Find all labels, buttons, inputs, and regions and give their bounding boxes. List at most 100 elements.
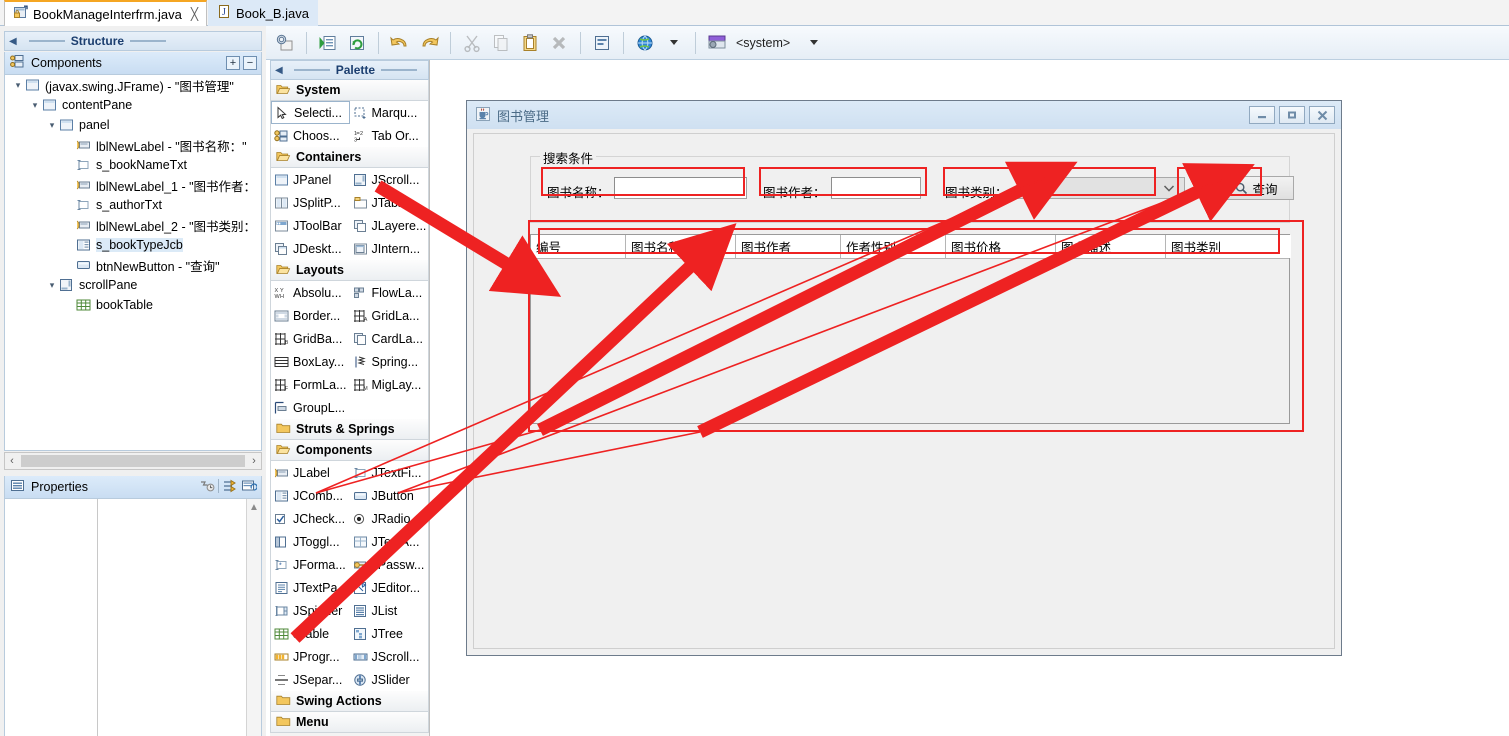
- palette-category-swing-actions[interactable]: Swing Actions: [270, 691, 429, 712]
- layout-icon[interactable]: [589, 31, 615, 55]
- palette-item-jprogressbar[interactable]: JProgr...: [271, 645, 350, 668]
- book-table-header[interactable]: 编号 图书名称 图书作者 作者性别 图书价格 图书描述 图书类别: [531, 235, 1291, 259]
- editor-tab-book-b[interactable]: J Book_B.java: [208, 0, 318, 26]
- component-tree[interactable]: ▾ (javax.swing.JFrame) - "图书管理" ▾ contentPa…: [4, 74, 262, 451]
- book-table-scrollpane[interactable]: 编号 图书名称 图书作者 作者性别 图书价格 图书描述 图书类别: [530, 234, 1291, 424]
- palette-item-selection-tool[interactable]: Selecti...: [271, 101, 350, 124]
- palette-item-jscrollbar[interactable]: JScroll...: [350, 645, 429, 668]
- palette-item-borderlayout[interactable]: Border...: [271, 304, 350, 327]
- paste-icon[interactable]: [517, 31, 543, 55]
- palette-item-jdesktoppane[interactable]: JDeskt...: [271, 237, 350, 260]
- palette-item-jformattedtextfield[interactable]: * JForma...: [271, 553, 350, 576]
- globe-locale-dropdown[interactable]: [661, 31, 687, 55]
- undo-icon[interactable]: [387, 31, 413, 55]
- palette-category-menu[interactable]: Menu: [270, 712, 429, 733]
- maximize-button[interactable]: [1279, 106, 1305, 124]
- show-advanced-icon[interactable]: [222, 479, 238, 496]
- tree-item[interactable]: btnNewButton - "查询": [5, 255, 261, 275]
- table-column-header[interactable]: 图书价格: [946, 235, 1056, 258]
- minimize-button[interactable]: [1249, 106, 1275, 124]
- tree-item[interactable]: s_bookNameTxt: [5, 155, 261, 175]
- palette-item-springlayout[interactable]: Spring...: [350, 350, 429, 373]
- table-column-header[interactable]: 图书名称: [626, 235, 736, 258]
- search-button[interactable]: 查询: [1219, 176, 1294, 200]
- palette-item-jtextfield[interactable]: JTextFi...: [350, 461, 429, 484]
- palette-item-jcheckbox[interactable]: JCheck...: [271, 507, 350, 530]
- palette-item-jeditorpane[interactable]: JEditor...: [350, 576, 429, 599]
- palette-item-miglayout[interactable]: M MigLay...: [350, 373, 429, 396]
- book-type-combobox[interactable]: [1017, 177, 1185, 199]
- palette-item-jbutton[interactable]: JButton: [350, 484, 429, 507]
- design-preview-window[interactable]: 图书管理 搜索条件 图书名称： 图书作者： 图书类别： 查询 编号 图书名称 图…: [466, 100, 1342, 656]
- palette-category-containers[interactable]: Containers: [270, 147, 429, 168]
- palette-item-jtabbedpane[interactable]: JTabbe...: [350, 191, 429, 214]
- palette-item-marquee-tool[interactable]: Marqu...: [350, 101, 429, 124]
- properties-table[interactable]: ▲: [4, 498, 262, 736]
- palette-item-jsplitpane[interactable]: JSplitP...: [271, 191, 350, 214]
- palette-item-formlayout[interactable]: F FormLa...: [271, 373, 350, 396]
- globe-locale-icon[interactable]: [632, 31, 658, 55]
- chevron-down-icon[interactable]: ▾: [28, 100, 42, 111]
- chevron-down-icon[interactable]: ▾: [45, 120, 59, 131]
- tree-item[interactable]: lblNewLabel_2 - "图书类别：: [5, 215, 261, 235]
- scrollbar-thumb[interactable]: [21, 455, 245, 467]
- table-column-header[interactable]: 图书作者: [736, 235, 841, 258]
- test-preview-icon[interactable]: [272, 31, 298, 55]
- collapse-left-icon[interactable]: ◀: [9, 36, 17, 47]
- properties-vertical-scrollbar[interactable]: ▲: [246, 499, 261, 736]
- tree-item[interactable]: s_authorTxt: [5, 195, 261, 215]
- book-author-input[interactable]: [831, 177, 921, 199]
- palette-item-gridlayout[interactable]: A GridLa...: [350, 304, 429, 327]
- palette-item-boxlayout[interactable]: BoxLay...: [271, 350, 350, 373]
- palette-item-absolute-layout[interactable]: X W Y H Absolu...: [271, 281, 350, 304]
- palette-category-struts-springs[interactable]: Struts & Springs: [270, 419, 429, 440]
- palette-item-jspinner[interactable]: JSpinner: [271, 599, 350, 622]
- tree-item[interactable]: bookTable: [5, 295, 261, 315]
- scroll-right-icon[interactable]: ›: [247, 455, 261, 467]
- close-button[interactable]: [1309, 106, 1335, 124]
- table-column-header[interactable]: 作者性别: [841, 235, 946, 258]
- restore-defaults-icon[interactable]: [241, 479, 258, 496]
- palette-item-jpanel[interactable]: JPanel: [271, 168, 350, 191]
- tree-item[interactable]: lblNewLabel_1 - "图书作者：: [5, 175, 261, 195]
- palette-item-jtree[interactable]: JTree: [350, 622, 429, 645]
- scroll-up-icon[interactable]: ▲: [247, 499, 261, 513]
- palette-category-components[interactable]: Components: [270, 440, 429, 461]
- palette-item-jlist[interactable]: JList: [350, 599, 429, 622]
- tree-item[interactable]: ▾ (javax.swing.JFrame) - "图书管理": [5, 75, 261, 95]
- palette-item-jinternalframe[interactable]: JIntern...: [350, 237, 429, 260]
- redo-icon[interactable]: [416, 31, 442, 55]
- palette-item-jlayeredpane[interactable]: JLayere...: [350, 214, 429, 237]
- palette-item-jpasswordfield[interactable]: JPassw...: [350, 553, 429, 576]
- scroll-left-icon[interactable]: ‹: [5, 455, 19, 467]
- palette-item-flowlayout[interactable]: FlowLa...: [350, 281, 429, 304]
- tree-item[interactable]: ▾ panel: [5, 115, 261, 135]
- refresh-icon[interactable]: [344, 31, 370, 55]
- chevron-down-icon[interactable]: ▾: [11, 80, 25, 91]
- palette-item-gridbaglayout[interactable]: B GridBa...: [271, 327, 350, 350]
- palette-item-jtoolbar[interactable]: JToolBar: [271, 214, 350, 237]
- palette-item-jcombobox[interactable]: JComb...: [271, 484, 350, 507]
- palette-item-jtextarea[interactable]: JTextA...: [350, 530, 429, 553]
- tree-item[interactable]: ▾ contentPane: [5, 95, 261, 115]
- table-column-header[interactable]: 图书类别: [1166, 235, 1291, 258]
- palette-item-jseparator[interactable]: JSepar...: [271, 668, 350, 691]
- palette-item-grouplayout[interactable]: GroupL...: [271, 396, 350, 419]
- tree-item[interactable]: s_bookTypeJcb: [5, 235, 261, 255]
- collapse-all-button[interactable]: −: [243, 56, 257, 70]
- palette-item-jradiobutton[interactable]: JRadio...: [350, 507, 429, 530]
- tree-item[interactable]: ▾ scrollPane: [5, 275, 261, 295]
- collapse-left-icon[interactable]: ◀: [275, 65, 283, 76]
- look-and-feel-dropdown[interactable]: [801, 31, 827, 55]
- palette-item-cardlayout[interactable]: CardLa...: [350, 327, 429, 350]
- palette-item-jscrollpane[interactable]: JScroll...: [350, 168, 429, 191]
- close-icon[interactable]: ╳: [191, 7, 198, 21]
- tree-horizontal-scrollbar[interactable]: ‹ ›: [4, 452, 262, 470]
- palette-item-jtable[interactable]: JTable: [271, 622, 350, 645]
- palette-item-jtogglebutton[interactable]: JToggl...: [271, 530, 350, 553]
- palette-category-system[interactable]: System: [270, 80, 429, 101]
- palette-item-choose-component[interactable]: Choos...: [271, 124, 350, 147]
- tree-item[interactable]: lblNewLabel - "图书名称：": [5, 135, 261, 155]
- chevron-down-icon[interactable]: ▾: [45, 280, 59, 291]
- table-column-header[interactable]: 编号: [531, 235, 626, 258]
